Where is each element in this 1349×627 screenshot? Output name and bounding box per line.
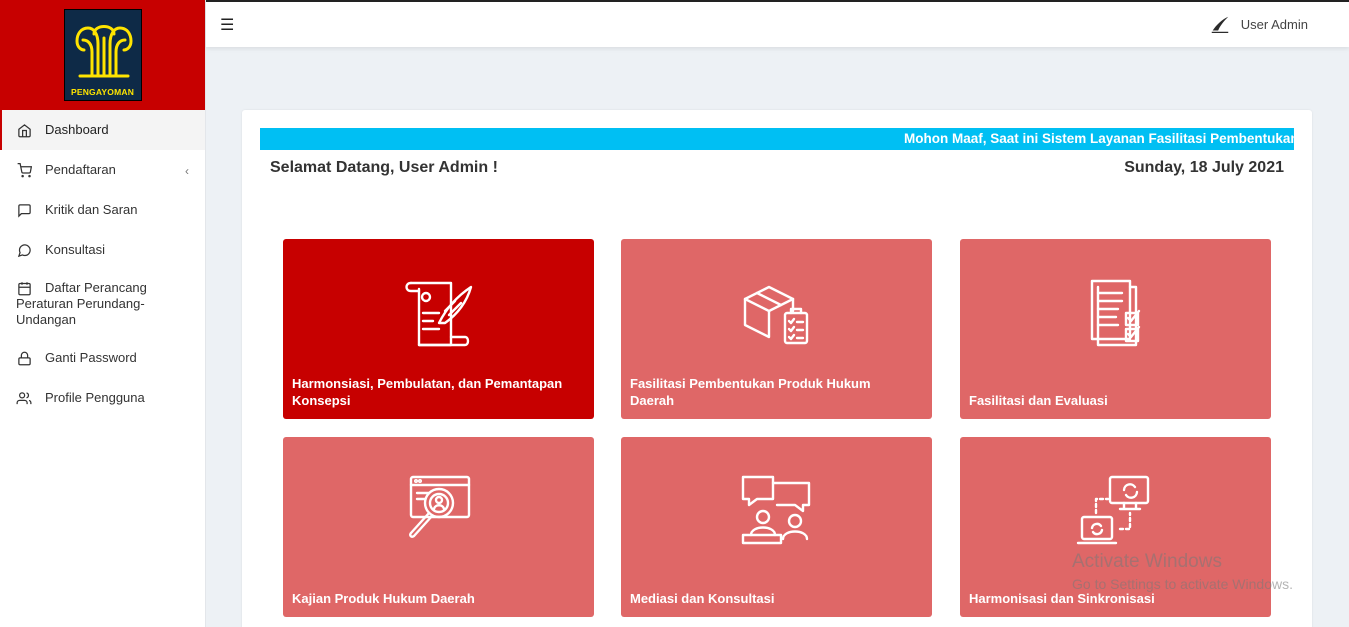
- sidebar: PENGAYOMAN Dashboard Pendaftaran ‹ Kriti…: [0, 0, 206, 627]
- sidebar-item-label: Profile Pengguna: [45, 390, 145, 405]
- chevron-left-icon[interactable]: ‹: [185, 163, 189, 179]
- marquee-text: Mohon Maaf, Saat ini Sistem Layanan Fasi…: [904, 131, 1294, 146]
- documents-check-icon: [1090, 279, 1140, 347]
- sidebar-item-label: Ganti Password: [45, 350, 137, 365]
- sidebar-item-konsultasi[interactable]: Konsultasi: [0, 230, 205, 270]
- user-name: User Admin: [1240, 17, 1308, 32]
- lock-icon: [16, 350, 32, 366]
- chat-people-icon: [741, 475, 810, 545]
- scroll-quill-icon: [404, 281, 472, 347]
- sidebar-item-dashboard[interactable]: Dashboard: [0, 110, 205, 150]
- sidebar-item-pendaftaran[interactable]: Pendaftaran ‹: [0, 150, 205, 190]
- topbar: ☰ User Admin: [206, 0, 1349, 47]
- user-logo-icon: [1211, 16, 1229, 33]
- sidebar-item-label: Daftar Perancang Peraturan Perundang-Und…: [16, 280, 147, 327]
- sidebar-item-ganti-password[interactable]: Ganti Password: [0, 338, 205, 378]
- pengayoman-logo[interactable]: PENGAYOMAN: [63, 9, 142, 101]
- tile-label: Harmonisasi dan Sinkronisasi: [969, 591, 1155, 606]
- tile-fasilitasi-pembentukan[interactable]: Fasilitasi Pembentukan Produk Hukum Daer…: [621, 239, 932, 419]
- tile-label: Harmonsiasi, Pembulatan, dan Pemantapan …: [292, 376, 563, 408]
- hamburger-icon[interactable]: ☰: [220, 15, 234, 35]
- sidebar-item-label: Dashboard: [45, 122, 109, 137]
- tile-fasilitasi-evaluasi[interactable]: Fasilitasi dan Evaluasi: [960, 239, 1271, 419]
- sidebar-item-label: Kritik dan Saran: [45, 202, 138, 217]
- announcement-marquee: Mohon Maaf, Saat ini Sistem Layanan Fasi…: [260, 128, 1294, 150]
- tree-emblem-icon: [74, 25, 133, 78]
- sidebar-item-daftar-perancang[interactable]: Daftar Perancang Peraturan Perundang-Und…: [0, 270, 205, 338]
- sidebar-item-label: Konsultasi: [45, 242, 105, 257]
- sidebar-item-profile[interactable]: Profile Pengguna: [0, 378, 205, 418]
- tile-label: Fasilitasi Pembentukan Produk Hukum Daer…: [630, 376, 871, 408]
- magnifier-browser-icon: [408, 475, 470, 538]
- brand-header: PENGAYOMAN: [0, 0, 205, 110]
- home-icon: [16, 122, 32, 138]
- tile-harmonisasi-sinkronisasi[interactable]: Harmonisasi dan Sinkronisasi: [960, 437, 1271, 617]
- tile-label: Fasilitasi dan Evaluasi: [969, 393, 1108, 408]
- message-circle-icon: [16, 242, 32, 258]
- user-menu[interactable]: User Admin: [1209, 14, 1308, 36]
- users-icon: [16, 390, 32, 406]
- tile-harmonisasi-pembulatan[interactable]: Harmonsiasi, Pembulatan, dan Pemantapan …: [283, 239, 594, 419]
- logo-text: PENGAYOMAN: [70, 87, 135, 97]
- sync-devices-icon: [1076, 475, 1149, 545]
- tile-label: Mediasi dan Konsultasi: [630, 591, 775, 606]
- sidebar-item-label: Pendaftaran: [45, 162, 116, 177]
- tile-mediasi-konsultasi[interactable]: Mediasi dan Konsultasi: [621, 437, 932, 617]
- dashboard-card: Mohon Maaf, Saat ini Sistem Layanan Fasi…: [242, 110, 1312, 627]
- box-checklist-icon: [743, 285, 808, 345]
- message-square-icon: [16, 202, 32, 218]
- welcome-text: Selamat Datang, User Admin !: [270, 159, 498, 176]
- current-date: Sunday, 18 July 2021: [1124, 159, 1284, 176]
- sidebar-item-kritik-saran[interactable]: Kritik dan Saran: [0, 190, 205, 230]
- calendar-icon: [16, 280, 32, 296]
- tile-label: Kajian Produk Hukum Daerah: [292, 591, 475, 606]
- tile-kajian-produk[interactable]: Kajian Produk Hukum Daerah: [283, 437, 594, 617]
- cart-icon: [16, 162, 32, 178]
- sidebar-nav: Dashboard Pendaftaran ‹ Kritik dan Saran…: [0, 110, 205, 418]
